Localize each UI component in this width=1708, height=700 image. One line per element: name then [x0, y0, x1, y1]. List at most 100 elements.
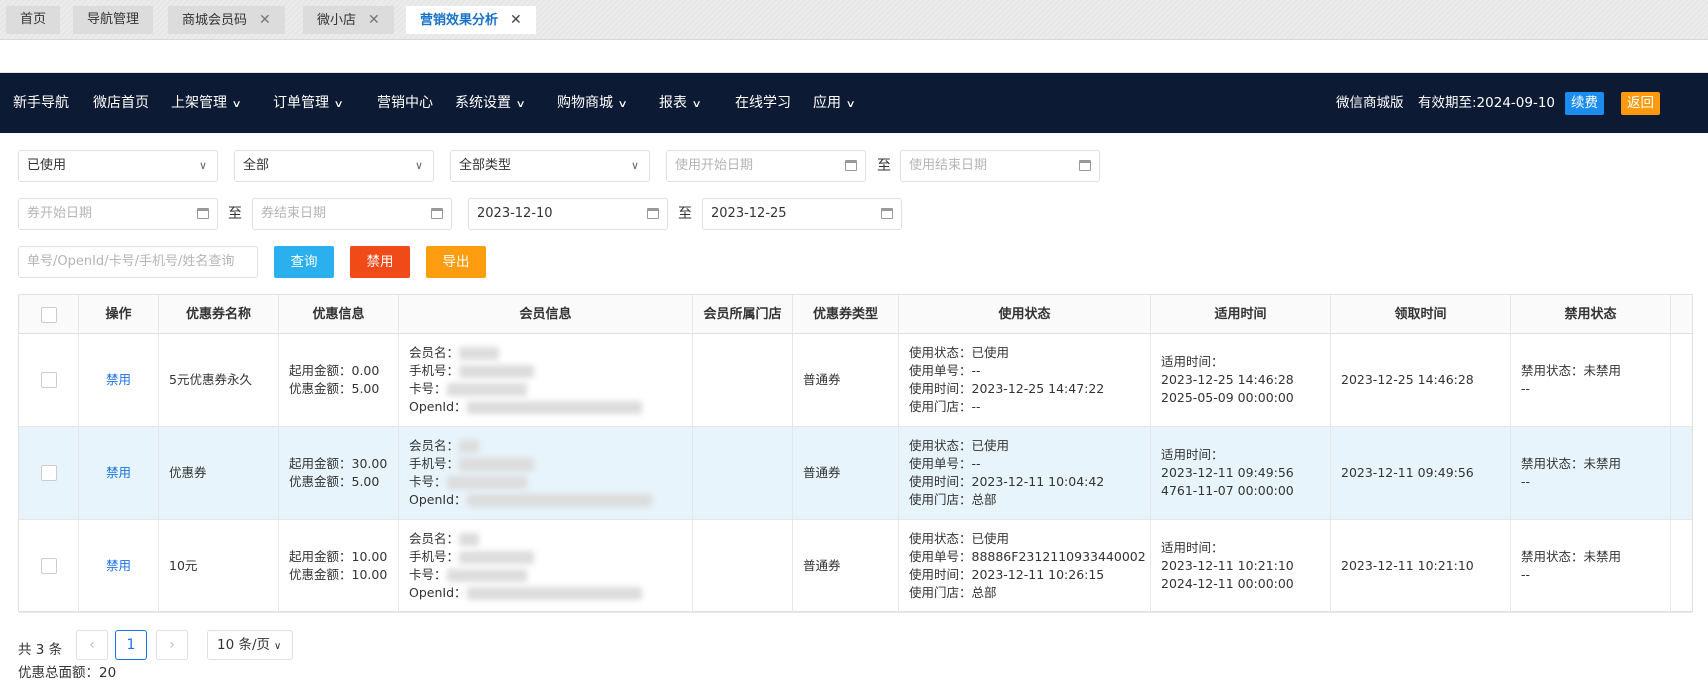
ban-button[interactable]: 禁用 [350, 246, 410, 278]
row-checkbox[interactable] [41, 465, 57, 481]
nav-label: 系统设置 [455, 95, 511, 111]
redacted-value [466, 401, 642, 414]
nav-item-orders[interactable]: 订单管理 ∨ [273, 73, 344, 133]
ban-status-cell: 禁用状态：未禁用 -- [1511, 520, 1671, 612]
close-icon[interactable]: ✕ [368, 12, 380, 28]
close-icon[interactable]: ✕ [510, 12, 522, 28]
member-cell: 会员名： 手机号： 卡号： OpenId： [399, 520, 693, 612]
valid-end: 4761-11-07 00:00:00 [1161, 483, 1294, 498]
coupon-name-cell: 优惠券 [159, 427, 279, 519]
nav-item-settings[interactable]: 系统设置 ∨ [455, 73, 526, 133]
received-time-cell: 2023-12-11 09:49:56 [1331, 427, 1511, 519]
query-button[interactable]: 查询 [274, 246, 334, 278]
use-status: 使用状态：已使用 [909, 531, 1010, 546]
use-status: 使用状态：已使用 [909, 438, 1010, 453]
coupon-type: 普通券 [803, 465, 841, 480]
received-time: 2023-12-11 10:21:10 [1341, 558, 1474, 573]
export-button[interactable]: 导出 [426, 246, 486, 278]
use-status-select[interactable]: 已使用 ∨ [18, 150, 218, 182]
redacted-value [459, 458, 535, 471]
valid-time-cell: 适用时间： 2023-12-11 09:49:56 4761-11-07 00:… [1151, 427, 1331, 519]
prev-page-button[interactable]: ‹ [76, 630, 108, 660]
received-time: 2023-12-11 09:49:56 [1341, 465, 1474, 480]
use-store: 使用门店：总部 [909, 492, 997, 507]
nav-label: 营销中心 [377, 95, 433, 111]
nav-item-learning[interactable]: 在线学习 [735, 73, 791, 133]
coupon-start-date-input[interactable]: 券开始日期 [18, 198, 218, 230]
valid-start: 2023-12-11 09:49:56 [1161, 465, 1294, 480]
use-end-date-input[interactable]: 使用结束日期 [900, 150, 1100, 182]
close-icon[interactable]: ✕ [259, 12, 271, 28]
page-size-select[interactable]: 10 条/页 ∨ [207, 630, 293, 660]
nav-item-listing[interactable]: 上架管理 ∨ [171, 73, 242, 133]
use-order: 使用单号：88886F2312110933440002 [909, 549, 1146, 564]
redacted-value [446, 476, 527, 489]
tab-label: 首页 [20, 12, 47, 27]
valid-start: 2023-12-25 14:46:28 [1161, 372, 1294, 387]
tab-marketing-analysis[interactable]: 营销效果分析 ✕ [406, 6, 536, 34]
nav-item-mall[interactable]: 购物商城 ∨ [557, 73, 628, 133]
back-button[interactable]: 返回 [1621, 92, 1660, 115]
nav-item-apps[interactable]: 应用 ∨ [813, 73, 856, 133]
coupon-name: 10元 [169, 558, 198, 573]
pagination-total: 共 3 条 [18, 642, 63, 658]
placeholder-text: 使用开始日期 [675, 158, 754, 173]
header-discount: 优惠信息 [279, 295, 399, 334]
tab-home[interactable]: 首页 [6, 6, 61, 34]
coupon-type-select[interactable]: 全部类型 ∨ [450, 150, 650, 182]
chevron-down-icon: ∨ [198, 159, 207, 172]
receive-start-date-input[interactable]: 2023-12-10 [468, 198, 668, 230]
nav-item-guide[interactable]: 新手导航 [13, 73, 69, 133]
ban-link[interactable]: 禁用 [79, 371, 158, 389]
table-row: 禁用 优惠券 起用金额：30.00 优惠金额：5.00 会员名： 手机号： 卡号：… [19, 427, 1692, 520]
tab-strip: 首页 导航管理 商城会员码 ✕ 微小店 ✕ 营销效果分析 ✕ [0, 0, 1708, 40]
calendar-icon [1079, 160, 1091, 171]
action-cell: 禁用 [79, 520, 159, 612]
tab-mall-member-code[interactable]: 商城会员码 ✕ [168, 6, 285, 34]
redacted-value [459, 347, 500, 360]
receive-end-date-input[interactable]: 2023-12-25 [702, 198, 902, 230]
page-1-button[interactable]: 1 [115, 630, 147, 660]
tab-nav-management[interactable]: 导航管理 [73, 6, 154, 34]
table-header: 操作 优惠券名称 优惠信息 会员信息 会员所属门店 优惠券类型 使用状态 适用时… [19, 295, 1692, 334]
scope-select[interactable]: 全部 ∨ [234, 150, 434, 182]
chevron-down-icon: ∨ [515, 99, 526, 110]
coupon-type-value: 全部类型 [459, 158, 512, 173]
nav-item-shop-home[interactable]: 微店首页 [93, 73, 149, 133]
chevron-down-icon: ∨ [274, 641, 282, 652]
tab-micro-shop[interactable]: 微小店 ✕ [303, 6, 394, 34]
discount-amount: 优惠金额：10.00 [289, 567, 388, 582]
header-action: 操作 [79, 295, 159, 334]
toolbar-spacer [0, 40, 1708, 73]
member-store-cell [693, 520, 793, 612]
coupon-name-cell: 10元 [159, 520, 279, 612]
discount-total-summary: 优惠总面额：20 [18, 665, 117, 681]
valid-end: 2025-05-09 00:00:00 [1161, 390, 1294, 405]
member-openid-label: OpenId： [409, 399, 467, 414]
nav-item-marketing[interactable]: 营销中心 [377, 73, 433, 133]
next-page-button[interactable]: › [156, 630, 188, 660]
expiry-label: 有效期至:2024-09-10 [1418, 95, 1556, 111]
renew-button[interactable]: 续费 [1565, 92, 1604, 115]
coupon-type-cell: 普通券 [793, 520, 899, 612]
nav-label: 微店首页 [93, 95, 149, 111]
nav-item-reports[interactable]: 报表 ∨ [659, 73, 702, 133]
member-card-label: 卡号： [409, 474, 447, 489]
row-checkbox[interactable] [41, 558, 57, 574]
ban-link[interactable]: 禁用 [79, 464, 158, 482]
use-start-date-input[interactable]: 使用开始日期 [666, 150, 866, 182]
row-checkbox[interactable] [41, 372, 57, 388]
calendar-icon [881, 208, 893, 219]
table-row: 禁用 5元优惠券永久 起用金额：0.00 优惠金额：5.00 会员名： 手机号： … [19, 334, 1692, 427]
nav-label: 订单管理 [273, 95, 329, 111]
select-all-checkbox[interactable] [41, 306, 57, 323]
valid-end: 2024-12-11 00:00:00 [1161, 576, 1294, 591]
use-store: 使用门店：-- [909, 399, 981, 414]
ban-link[interactable]: 禁用 [79, 557, 158, 575]
chevron-down-icon: ∨ [333, 99, 344, 110]
search-input[interactable]: 单号/OpenId/卡号/手机号/姓名查询 [18, 246, 258, 278]
top-navigation-bar: 新手导航 微店首页 上架管理 ∨ 订单管理 ∨ 营销中心 系统设置 ∨ 购物商城 ∨ 报… [0, 73, 1708, 133]
coupon-end-date-input[interactable]: 券结束日期 [252, 198, 452, 230]
received-time-cell: 2023-12-11 10:21:10 [1331, 520, 1511, 612]
ban-status: 禁用状态：未禁用 [1521, 456, 1622, 471]
